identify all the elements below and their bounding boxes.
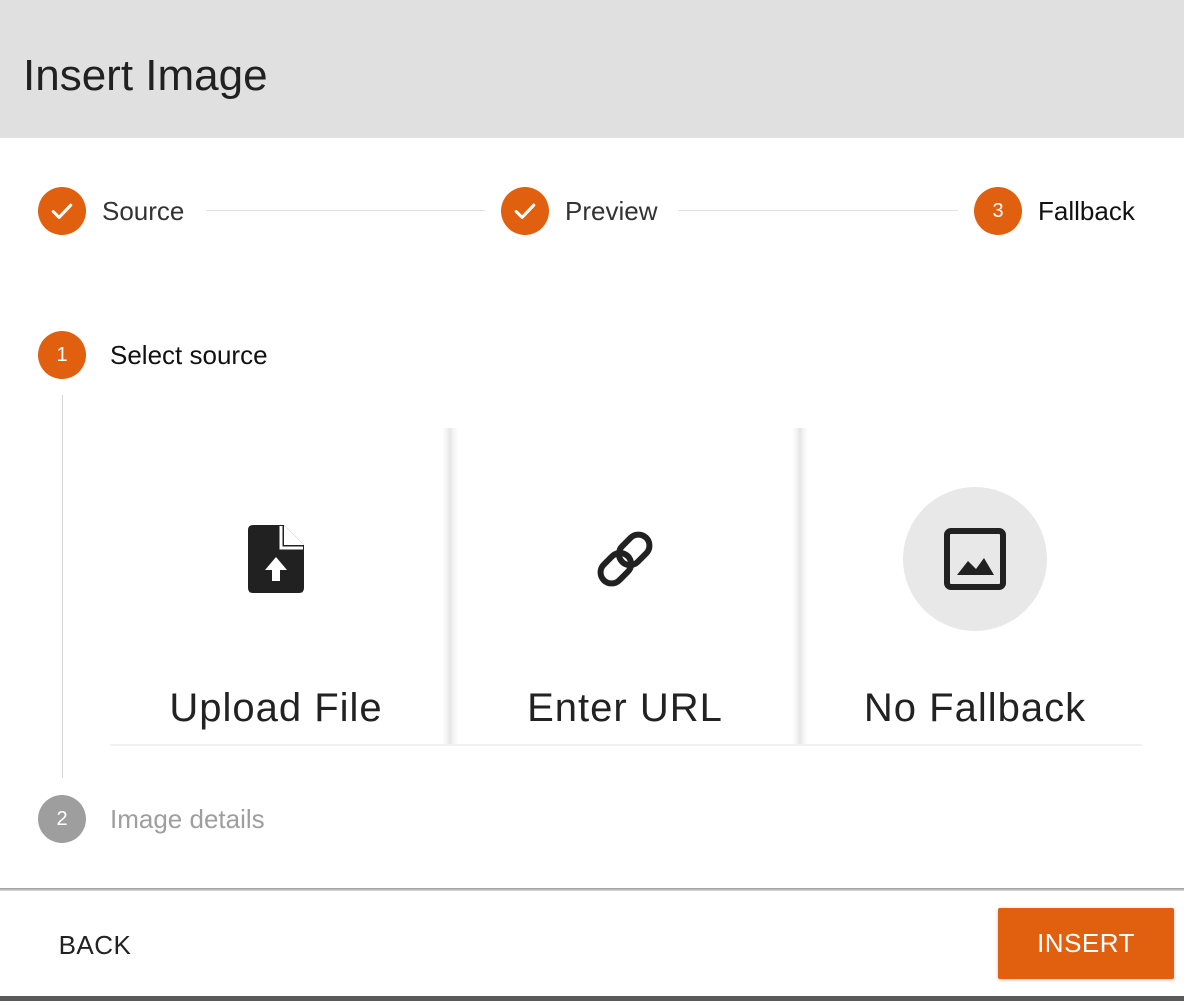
insert-button[interactable]: INSERT <box>998 908 1174 979</box>
check-icon <box>514 203 536 219</box>
substep-select-source[interactable]: 1 Select source <box>38 331 268 379</box>
footer-divider <box>0 888 1184 891</box>
insert-image-dialog: Insert Image Source Preview 3 Fallback 1… <box>0 0 1184 996</box>
enter-url-label: Enter URL <box>527 686 723 730</box>
substep-image-details: 2 Image details <box>38 795 265 843</box>
cards-bottom-edge <box>110 744 1142 746</box>
step-preview[interactable]: Preview <box>501 187 657 235</box>
dialog-title: Insert Image <box>23 51 268 100</box>
step-fallback-number: 3 <box>974 187 1022 235</box>
enter-url-option[interactable]: Enter URL <box>458 428 792 746</box>
stepper-connector <box>206 210 485 211</box>
upload-file-icon <box>248 525 304 593</box>
upload-file-label: Upload File <box>169 686 383 730</box>
step-source-label: Source <box>102 195 185 226</box>
card-separator <box>792 428 808 746</box>
substep-label: Image details <box>110 803 265 834</box>
step-source-check <box>38 187 86 235</box>
link-icon <box>597 531 653 587</box>
step-source[interactable]: Source <box>38 187 184 235</box>
backdrop <box>0 996 1184 1001</box>
step-preview-label: Preview <box>565 195 658 226</box>
step-preview-check <box>501 187 549 235</box>
substep-label: Select source <box>110 339 268 370</box>
upload-file-option[interactable]: Upload File <box>110 428 442 746</box>
image-icon <box>944 528 1006 590</box>
substep-number: 2 <box>38 795 86 843</box>
no-fallback-option[interactable]: No Fallback <box>808 428 1142 746</box>
step-fallback[interactable]: 3 Fallback <box>974 187 1135 235</box>
substep-number: 1 <box>38 331 86 379</box>
step-fallback-label: Fallback <box>1038 195 1135 226</box>
no-fallback-label: No Fallback <box>863 686 1087 730</box>
back-button[interactable]: BACK <box>30 910 160 980</box>
upload-file-icon-wrap <box>204 487 348 631</box>
card-separator <box>442 428 458 746</box>
link-icon-wrap <box>553 487 697 631</box>
check-icon <box>51 203 73 219</box>
substep-connector <box>62 395 63 778</box>
dialog-header: Insert Image <box>0 0 1184 138</box>
stepper-connector <box>678 210 958 211</box>
image-icon-wrap <box>903 487 1047 631</box>
